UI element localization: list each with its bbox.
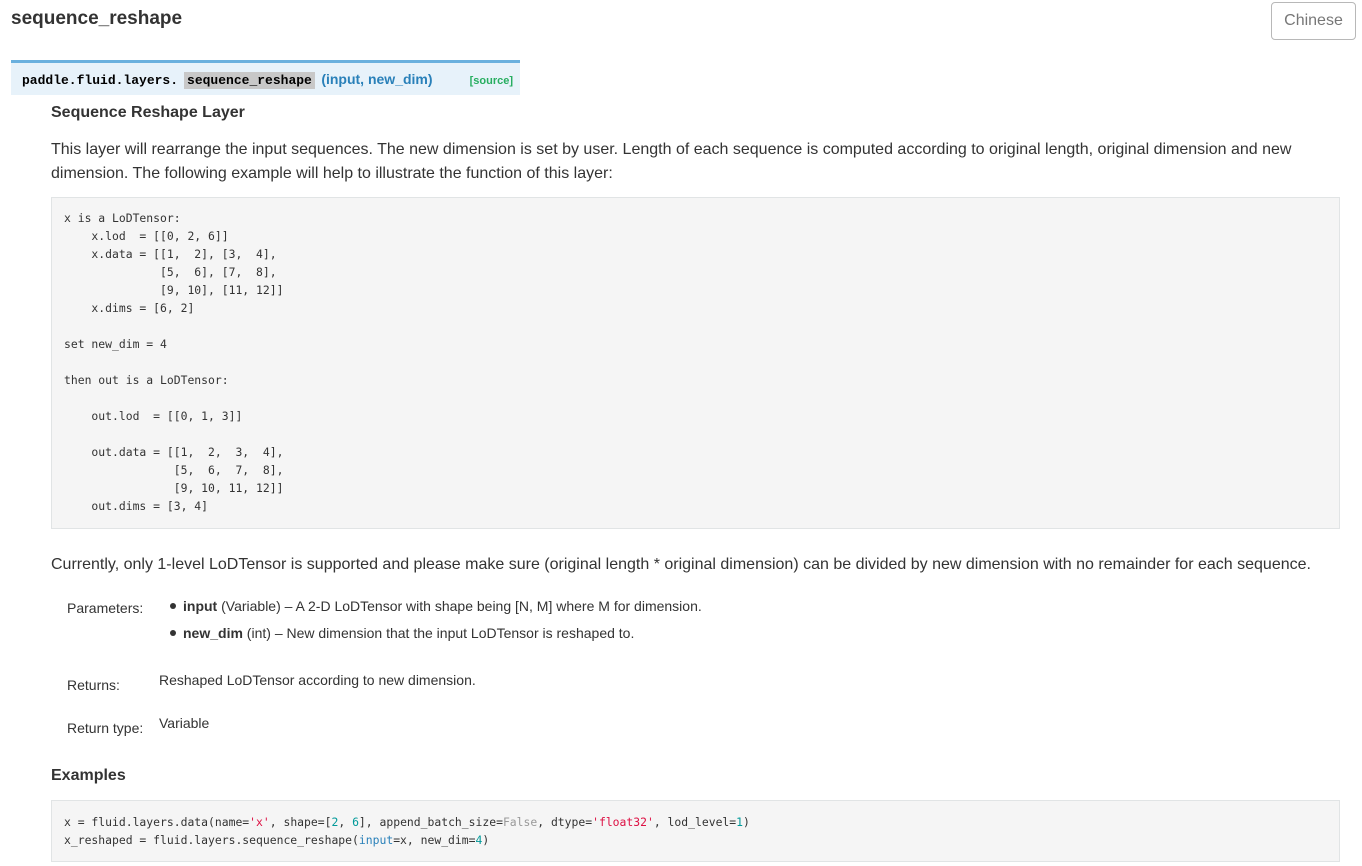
source-link[interactable]: [source] [470, 75, 513, 87]
list-item: new_dim (int) – New dimension that the i… [167, 624, 702, 651]
parameters-list: input (Variable) – A 2-D LoDTensor with … [167, 597, 702, 651]
signature-params: (input, new_dim) [321, 71, 433, 87]
list-item: input (Variable) – A 2-D LoDTensor with … [167, 597, 702, 624]
chinese-language-button[interactable]: Chinese [1271, 2, 1356, 40]
signature-prefix: paddle.fluid.layers. [22, 73, 179, 88]
parameters-label: Parameters: [67, 600, 144, 616]
signature-name: sequence_reshape [184, 72, 315, 89]
return-type-label: Return type: [67, 720, 144, 736]
returns-label: Returns: [67, 677, 120, 693]
doc-heading: Sequence Reshape Layer [51, 104, 245, 121]
parameters-field: Parameters: input (Variable) – A 2-D LoD… [67, 597, 702, 651]
param-desc: – A 2-D LoDTensor with shape being [N, M… [284, 598, 702, 614]
page-title: sequence_reshape [11, 8, 183, 29]
return-type-field: Return type: Variable [67, 715, 209, 736]
note-paragraph: Currently, only 1-level LoDTensor is sup… [51, 556, 1311, 573]
param-name: new_dim [183, 625, 243, 641]
intro-paragraph: This layer will rearrange the input sequ… [51, 141, 1292, 182]
returns-field: Returns: Reshaped LoDTensor according to… [67, 672, 476, 693]
param-type: (Variable) [221, 598, 281, 614]
return-type-value: Variable [159, 715, 210, 731]
param-desc: – New dimension that the input LoDTensor… [274, 625, 635, 641]
example-code-block: x is a LoDTensor: x.lod = [[0, 2, 6]] x.… [51, 197, 1340, 529]
api-signature: paddle.fluid.layers. sequence_reshape (in… [11, 60, 520, 95]
example-code-text: x is a LoDTensor: x.lod = [[0, 2, 6]] x.… [64, 211, 284, 513]
examples-code-line-1: x = fluid.layers.data(name='x', shape=[2… [64, 815, 750, 829]
examples-code-line-2: x_reshaped = fluid.layers.sequence_resha… [64, 833, 490, 847]
param-type: (int) [246, 625, 271, 641]
examples-heading: Examples [51, 767, 126, 784]
param-name: input [183, 598, 218, 614]
examples-code-block: x = fluid.layers.data(name='x', shape=[2… [51, 800, 1340, 862]
returns-value: Reshaped LoDTensor according to new dime… [159, 672, 476, 688]
